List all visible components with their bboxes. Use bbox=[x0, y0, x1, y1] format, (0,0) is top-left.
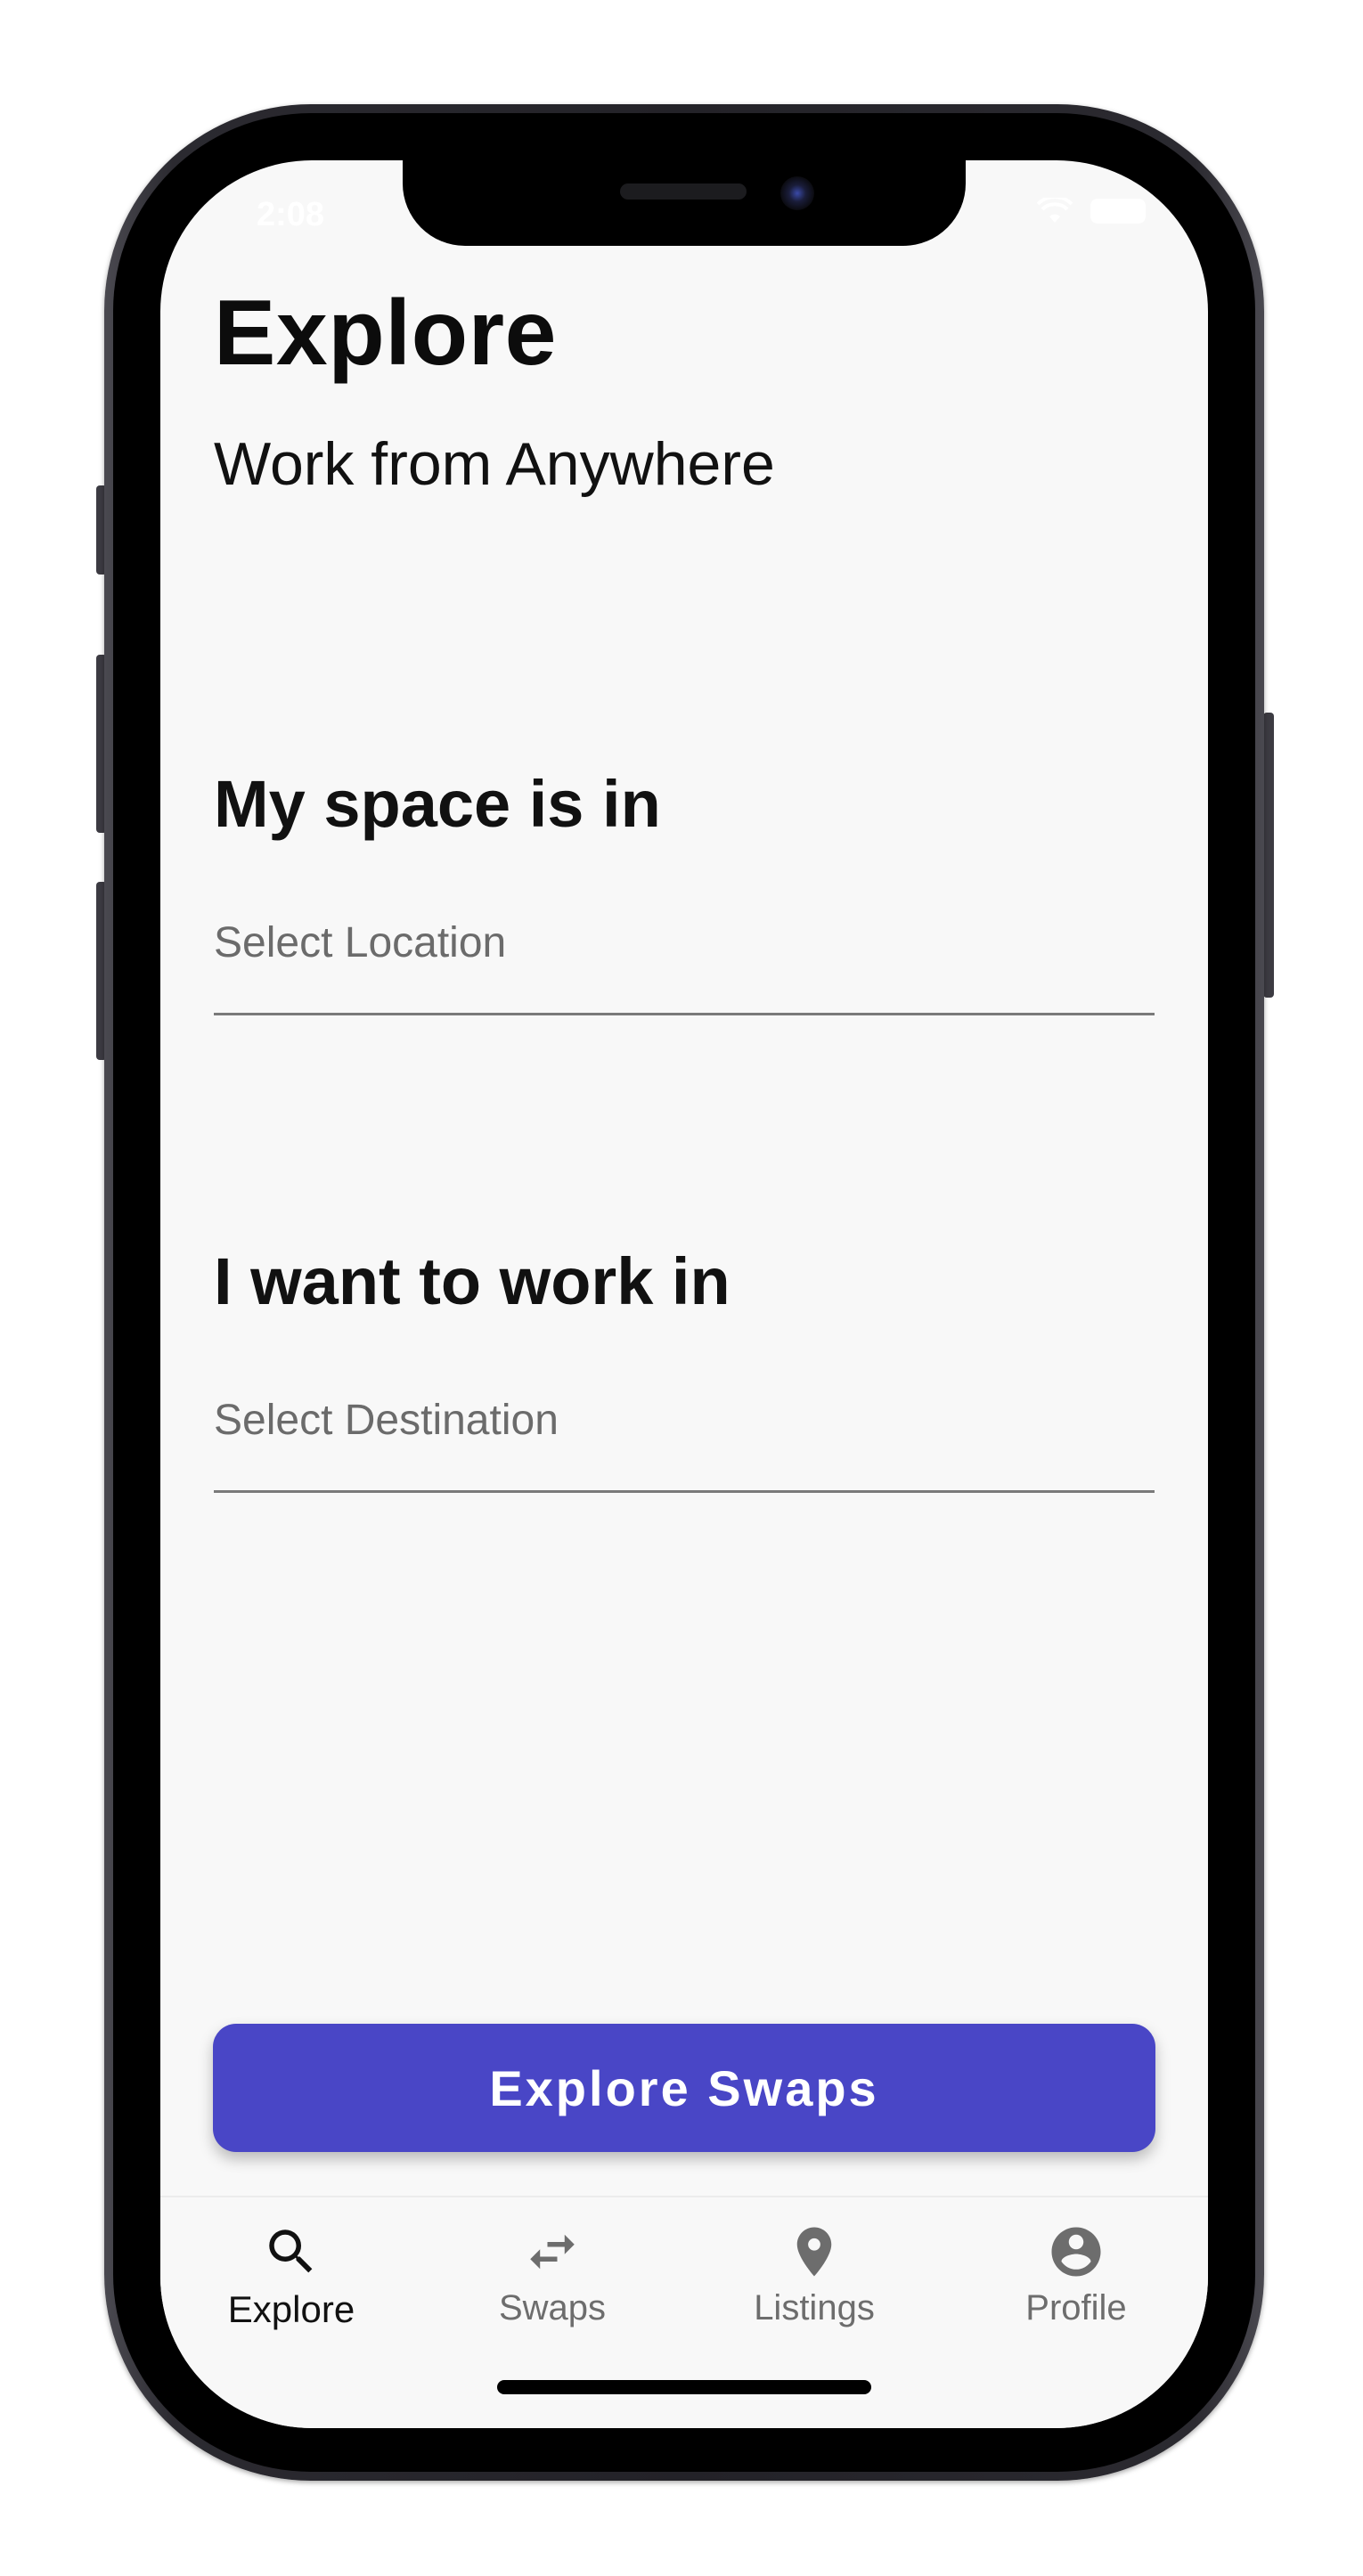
tab-swaps[interactable]: Swaps bbox=[463, 2222, 641, 2328]
swap-arrows-icon bbox=[530, 2234, 575, 2270]
wifi-icon bbox=[1037, 198, 1073, 223]
origin-location-input[interactable] bbox=[214, 918, 1155, 967]
battery-icon bbox=[1090, 199, 1146, 224]
destination-location-input[interactable] bbox=[214, 1396, 1155, 1445]
search-icon bbox=[269, 2230, 313, 2273]
status-icons bbox=[1037, 198, 1146, 224]
tab-explore[interactable]: Explore bbox=[202, 2222, 380, 2331]
explore-swaps-button[interactable]: Explore Swaps bbox=[213, 2024, 1155, 2152]
front-camera bbox=[780, 176, 814, 210]
home-indicator bbox=[497, 2380, 871, 2394]
tab-explore-label: Explore bbox=[227, 2288, 355, 2330]
destination-field[interactable] bbox=[214, 1383, 1155, 1493]
tab-profile-label: Profile bbox=[1025, 2288, 1127, 2327]
tab-profile[interactable]: Profile bbox=[987, 2222, 1165, 2328]
notch bbox=[403, 160, 966, 246]
tab-listings-label: Listings bbox=[754, 2288, 875, 2327]
page-subtitle: Work from Anywhere bbox=[214, 430, 775, 498]
app-screen: 2:08 Explore Work from Anywhere My space… bbox=[160, 160, 1208, 2428]
destination-label: I want to work in bbox=[214, 1244, 730, 1318]
tab-listings[interactable]: Listings bbox=[725, 2222, 903, 2328]
status-time: 2:08 bbox=[257, 196, 325, 233]
earpiece-speaker bbox=[620, 183, 747, 200]
location-pin-icon bbox=[796, 2227, 832, 2277]
account-circle-icon bbox=[1051, 2227, 1101, 2277]
page-title: Explore bbox=[214, 281, 557, 385]
origin-field[interactable] bbox=[214, 906, 1155, 1015]
origin-label: My space is in bbox=[214, 767, 661, 841]
tab-swaps-label: Swaps bbox=[498, 2288, 607, 2327]
power-button bbox=[1263, 713, 1274, 998]
